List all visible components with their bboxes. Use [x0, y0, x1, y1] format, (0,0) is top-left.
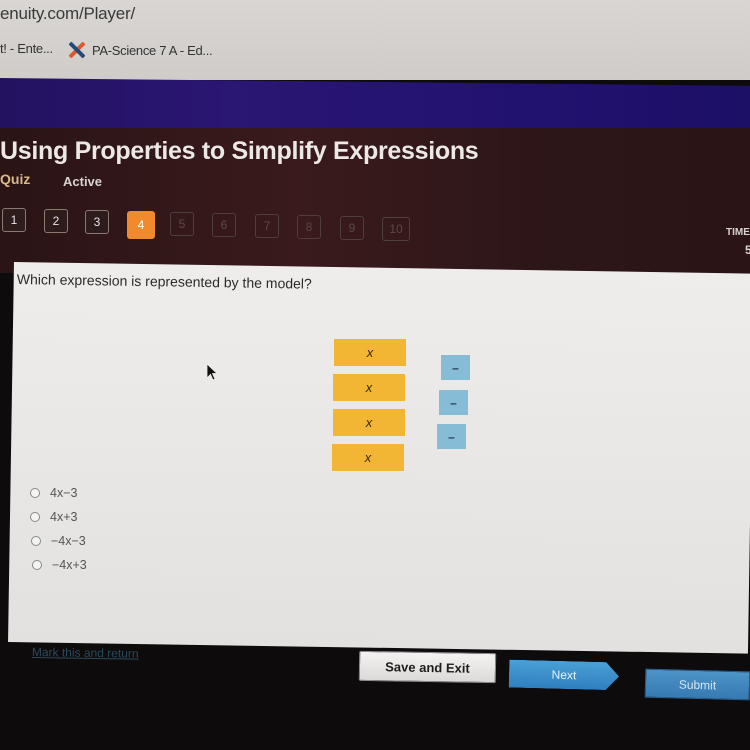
page-title: Using Properties to Simplify Expressions: [0, 137, 479, 165]
browser-toolbar: enuity.com/Player/ t! - Ente... PA-Scien…: [0, 0, 750, 80]
answer-option[interactable]: 4x−3: [30, 486, 77, 500]
save-and-exit-button[interactable]: Save and Exit: [358, 650, 497, 684]
x-tile: x: [333, 409, 405, 436]
question-9-button: 9: [340, 216, 364, 240]
address-bar[interactable]: enuity.com/Player/: [0, 4, 135, 24]
radio-button[interactable]: [30, 488, 40, 498]
option-label: −4x−3: [51, 534, 86, 548]
question-4-button[interactable]: 4: [127, 211, 155, 239]
option-label: 4x−3: [50, 486, 78, 500]
mark-and-return-link[interactable]: Mark this and return: [32, 645, 139, 661]
x-tile: x: [334, 339, 406, 366]
x-tile: x: [333, 374, 405, 401]
bookmark-label: t! - Ente...: [0, 41, 53, 56]
question-7-button: 7: [255, 214, 279, 238]
bookmark-2[interactable]: PA-Science 7 A - Ed...: [68, 41, 213, 59]
question-5-button: 5: [170, 212, 194, 236]
option-label: 4x+3: [50, 510, 78, 524]
activity-type: Quiz: [0, 171, 31, 187]
answer-option[interactable]: −4x+3: [32, 558, 87, 572]
mouse-cursor-icon: [206, 363, 219, 381]
activity-status: Active: [63, 174, 103, 189]
bookmark-label: PA-Science 7 A - Ed...: [92, 42, 213, 58]
radio-button[interactable]: [32, 560, 42, 570]
x-tile: x: [332, 444, 404, 471]
question-2-button[interactable]: 2: [44, 209, 68, 233]
bookmark-1[interactable]: t! - Ente...: [0, 41, 53, 56]
question-8-button: 8: [297, 215, 321, 239]
negative-unit-tile: –: [441, 355, 470, 380]
negative-unit-tile: –: [437, 424, 466, 449]
option-label: −4x+3: [52, 558, 87, 572]
submit-button[interactable]: Submit: [644, 668, 750, 701]
answer-option[interactable]: −4x−3: [31, 534, 86, 548]
question-1-button[interactable]: 1: [2, 208, 26, 232]
x-logo-icon: [68, 41, 86, 59]
question-10-button: 10: [382, 217, 410, 241]
question-6-button: 6: [212, 213, 236, 237]
question-3-button[interactable]: 3: [85, 210, 109, 234]
radio-button[interactable]: [31, 536, 41, 546]
answer-option[interactable]: 4x+3: [30, 510, 77, 524]
next-button[interactable]: Next: [509, 660, 620, 691]
timer-value: 5: [745, 243, 750, 257]
timer-label: TIME: [726, 227, 750, 238]
negative-unit-tile: –: [439, 390, 468, 415]
radio-button[interactable]: [30, 512, 40, 522]
